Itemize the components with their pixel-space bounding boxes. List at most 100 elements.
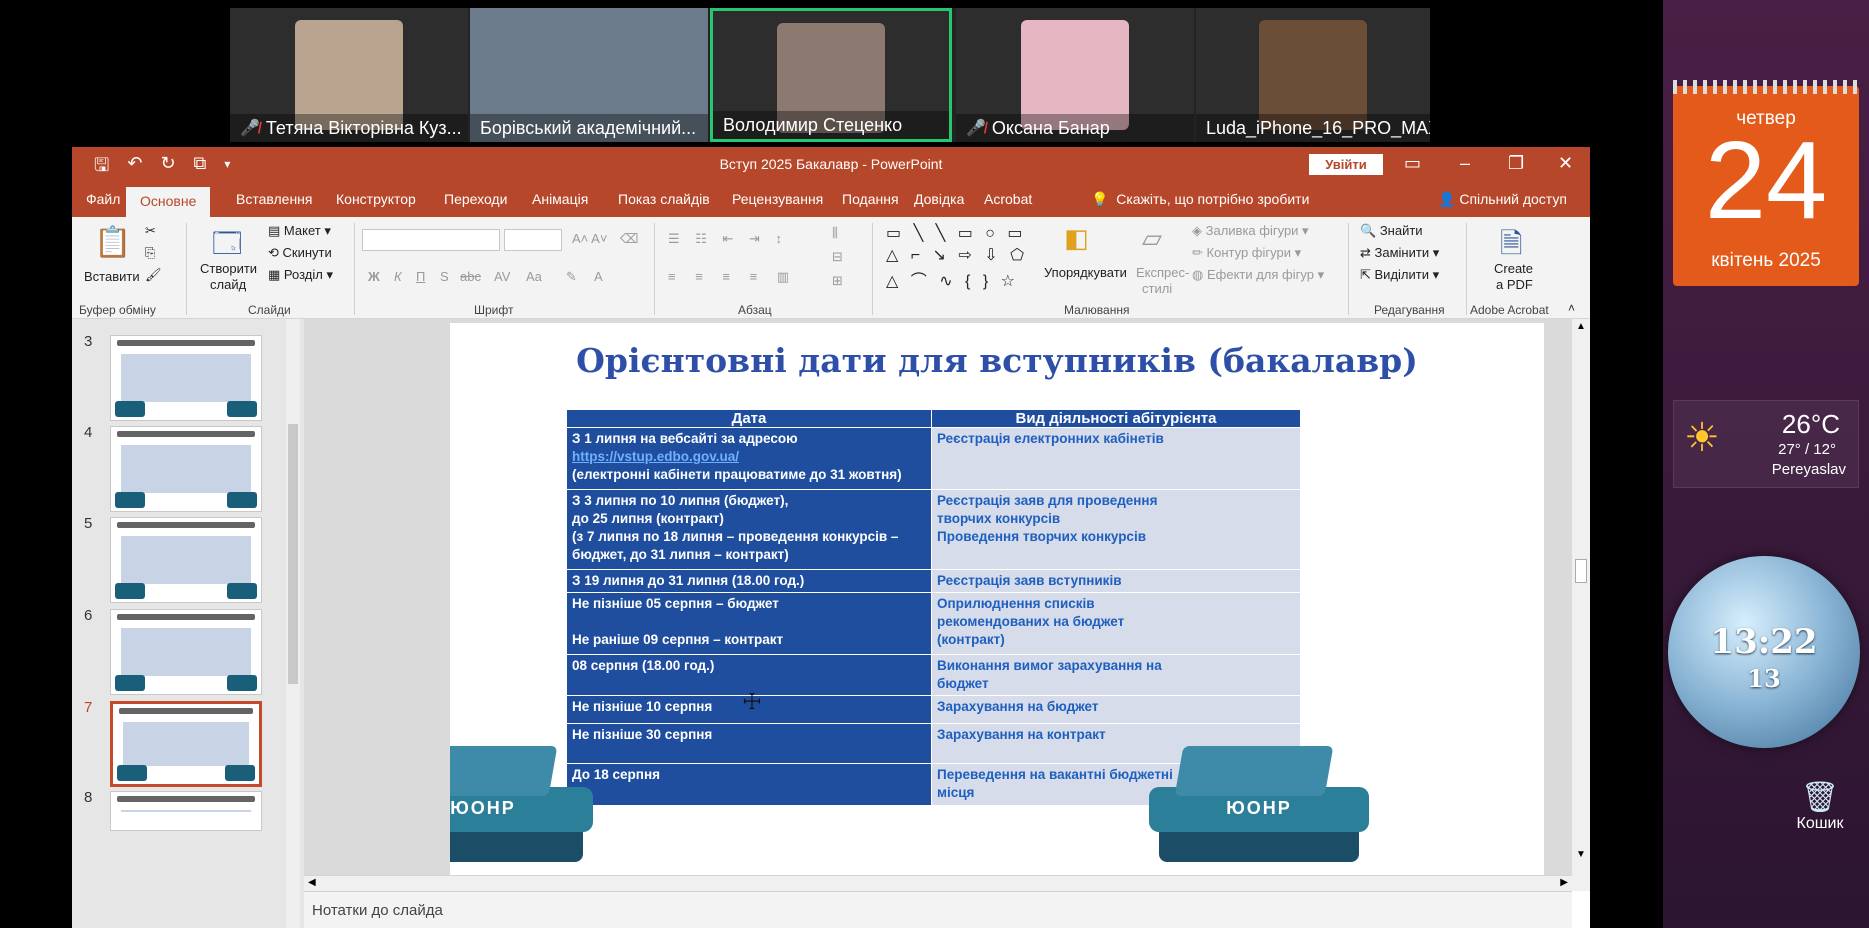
font-size-combo[interactable] [504, 229, 562, 251]
shape-fill-button[interactable]: ◈ Заливка фігури ▾ [1192, 223, 1309, 239]
underline-button[interactable]: П [416, 269, 425, 284]
find-button[interactable]: 🔍 Знайти [1360, 223, 1423, 239]
shadow-button[interactable]: S [440, 269, 449, 284]
shapes-gallery-icon[interactable]: ▭ ╲ ╲ ▭ ○ ▭ [886, 223, 1027, 243]
bullets-icon[interactable]: ☰ ☷ ⇤ ⇥ ↕ [668, 231, 788, 247]
slide-thumbnail[interactable] [110, 701, 262, 787]
scroll-left-icon[interactable]: ◀ [308, 877, 316, 888]
participant-tile[interactable]: 🎤̸ Оксана Банар [956, 8, 1194, 142]
vstup-link[interactable]: https://vstup.edbo.gov.ua/ [572, 448, 926, 466]
arrange-icon[interactable]: ◧ [1064, 223, 1089, 254]
date-cell[interactable]: Не пізніше 05 серпня – бюджет Не раніше 0… [566, 592, 932, 655]
tab-7[interactable]: Рецензування [732, 191, 823, 207]
shapes-gallery-icon-2[interactable]: △ ⌐ ↘ ⇨ ⇩ ⬠ [886, 245, 1028, 265]
close-icon[interactable]: ✕ [1558, 153, 1573, 174]
slide-horizontal-scrollbar[interactable]: ◀ ▶ [304, 875, 1572, 891]
thumbnail-scrollbar[interactable] [286, 319, 300, 928]
activity-cell[interactable]: Оприлюднення списків рекомендованих на бю… [931, 592, 1301, 655]
font-name-combo[interactable] [362, 229, 500, 251]
activity-cell[interactable]: Виконання вимог зарахування на бюджет [931, 654, 1301, 696]
slide-title[interactable]: Орієнтовні дати для вступників (бакалавр… [450, 341, 1544, 380]
new-slide-button[interactable]: Створити [200, 261, 257, 276]
create-pdf-button-2[interactable]: a PDF [1496, 277, 1533, 292]
copy-icon[interactable]: ⎘ [145, 245, 155, 261]
tab-10[interactable]: Acrobat [984, 191, 1032, 207]
quick-styles-button[interactable]: Експрес- [1136, 265, 1189, 280]
italic-button[interactable]: К [394, 269, 402, 284]
slide-thumbnail[interactable] [110, 791, 262, 831]
smartart-icon[interactable]: ⊞ [832, 273, 843, 289]
tab-6[interactable]: Показ слайдів [618, 191, 710, 207]
arrange-button[interactable]: Упорядкувати [1044, 265, 1127, 280]
tab-8[interactable]: Подання [842, 191, 899, 207]
tab-9[interactable]: Довідка [914, 191, 964, 207]
slide-thumbnail[interactable] [110, 426, 262, 512]
slide-thumbnail[interactable] [110, 517, 262, 603]
participant-tile[interactable]: 🎤̸ Тетяна Вікторівна Куз... [230, 8, 468, 142]
tab-5[interactable]: Анімація [532, 191, 588, 207]
new-slide-button-2[interactable]: слайд [210, 277, 246, 292]
scroll-right-icon[interactable]: ▶ [1560, 877, 1568, 888]
tell-me-field[interactable]: 💡 Скажіть, що потрібно зробити [1091, 191, 1309, 208]
grow-font-icon[interactable]: A˄ A˅ [572, 231, 607, 246]
sign-in-button[interactable]: Увійти [1309, 154, 1383, 175]
paste-button[interactable]: Вставити [84, 269, 140, 284]
date-cell[interactable]: З 3 липня по 10 липня (бюджет), до 25 лип… [566, 489, 932, 570]
font-color-icon[interactable]: A [594, 269, 603, 284]
reset-button[interactable]: ⟲ Скинути [268, 245, 332, 261]
scroll-up-icon[interactable]: ▲ [1576, 321, 1586, 332]
text-direction-icon[interactable]: ⫼ [832, 225, 838, 241]
bold-button[interactable]: Ж [368, 269, 380, 284]
create-pdf-button[interactable]: Create [1494, 261, 1533, 276]
scrollbar-thumb[interactable] [1575, 559, 1587, 583]
slide-thumbnail[interactable] [110, 609, 262, 695]
align-text-icon[interactable]: ⊟ [832, 249, 843, 265]
select-button[interactable]: ⇱ Виділити ▾ [1360, 267, 1439, 283]
shapes-gallery-icon-3[interactable]: △ ⌒ ∿ { } ☆ [886, 267, 1019, 291]
paste-icon[interactable]: 📋 [94, 225, 131, 260]
scrollbar-thumb[interactable] [288, 424, 298, 684]
participant-tile[interactable]: Luda_iPhone_16_PRO_MAX [1196, 8, 1430, 142]
participant-tile[interactable]: Володимир Стеценко [710, 8, 952, 142]
tab-2[interactable]: Вставлення [236, 191, 313, 207]
shape-outline-button[interactable]: ✏ Контур фігури ▾ [1192, 245, 1301, 261]
current-slide[interactable]: Орієнтовні дати для вступників (бакалавр… [450, 323, 1544, 879]
tab-4[interactable]: Переходи [444, 191, 507, 207]
participant-tile[interactable]: Борівський академічний... [470, 8, 708, 142]
slide-thumbnail[interactable] [110, 335, 262, 421]
maximize-icon[interactable]: ❐ [1508, 153, 1524, 174]
highlight-icon[interactable]: ✎ [566, 269, 577, 285]
scroll-down-icon[interactable]: ▼ [1576, 849, 1586, 860]
activity-cell[interactable]: Реєстрація заяв для проведення творчих ко… [931, 489, 1301, 570]
replace-button[interactable]: ⇄ Замінити ▾ [1360, 245, 1439, 261]
collapse-ribbon-icon[interactable]: ˄ [1568, 301, 1575, 315]
tab-3[interactable]: Конструктор [336, 191, 416, 207]
slide-vertical-scrollbar[interactable]: ▲ ▼ [1572, 319, 1590, 891]
date-cell[interactable]: З 1 липня на вебсайті за адресою https://… [566, 427, 932, 490]
clear-format-icon[interactable]: ⌫ [620, 231, 638, 247]
activity-cell[interactable]: Реєстрація заяв вступників [931, 569, 1301, 593]
section-button[interactable]: ▦ Розділ ▾ [268, 267, 333, 283]
change-case-button[interactable]: Aa [526, 269, 542, 284]
quick-styles-button-2[interactable]: стилі [1142, 281, 1172, 296]
tab-1[interactable]: Основне [126, 187, 211, 217]
cut-icon[interactable]: ✂ [145, 223, 156, 239]
date-cell[interactable]: Не пізніше 30 серпня [566, 723, 932, 764]
activity-cell[interactable]: Реєстрація електронних кабінетів [931, 427, 1301, 490]
layout-button[interactable]: ▤ Макет ▾ [268, 223, 331, 239]
ribbon-display-icon[interactable]: ▭ [1404, 153, 1421, 174]
shape-effects-button[interactable]: ◍ Ефекти для фігур ▾ [1192, 267, 1324, 283]
activity-cell[interactable]: Зарахування на бюджет [931, 695, 1301, 724]
notes-pane[interactable]: Нотатки до слайда [304, 891, 1572, 928]
tab-0[interactable]: Файл [86, 191, 120, 207]
align-icons[interactable]: ≡ ≡ ≡ ≡ ▥ [668, 269, 797, 285]
strikethrough-button[interactable]: abc [460, 269, 481, 284]
recycle-bin[interactable]: 🗑 Кошик [1790, 780, 1850, 833]
minimize-icon[interactable]: – [1460, 153, 1470, 174]
format-painter-icon[interactable]: 🖌 [145, 267, 162, 283]
share-button[interactable]: 👤 Спільний доступ [1438, 191, 1567, 208]
char-spacing-button[interactable]: AV [494, 269, 510, 284]
date-cell[interactable]: До 18 серпня [566, 763, 932, 806]
quick-styles-icon[interactable]: ▱ [1142, 223, 1162, 254]
date-cell[interactable]: З 19 липня до 31 липня (18.00 год.) [566, 569, 932, 593]
